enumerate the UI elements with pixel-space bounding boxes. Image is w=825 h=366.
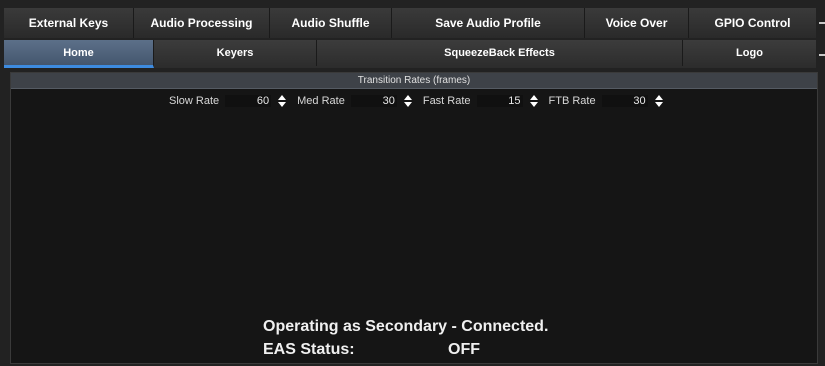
med-rate-label: Med Rate (297, 95, 345, 107)
operating-status-text: Operating as Secondary - Connected. (263, 318, 549, 335)
med-rate-spinner-icon[interactable] (401, 93, 415, 109)
tab-voice-over[interactable]: Voice Over (585, 8, 689, 38)
tab-keyers[interactable]: Keyers (154, 40, 317, 66)
transition-rates-header: Transition Rates (frames) (11, 73, 817, 89)
scroll-edge-marker (819, 54, 825, 56)
transition-rates-row: Slow Rate 60 Med Rate 30 Fast Rate 15 FT… (169, 92, 674, 110)
primary-tab-bar: External Keys Audio Processing Audio Shu… (4, 8, 816, 38)
med-rate-value[interactable]: 30 (350, 95, 397, 107)
home-content-panel: Transition Rates (frames) Slow Rate 60 M… (10, 72, 818, 364)
slow-rate-value[interactable]: 60 (225, 95, 272, 107)
tab-gpio-control[interactable]: GPIO Control (689, 8, 816, 38)
tab-audio-processing[interactable]: Audio Processing (134, 8, 270, 38)
fast-rate-value[interactable]: 15 (476, 95, 523, 107)
eas-status-label: EAS Status: (263, 341, 355, 358)
app-window: External Keys Audio Processing Audio Shu… (0, 0, 825, 366)
tab-squeezeback-effects[interactable]: SqueezeBack Effects (317, 40, 683, 66)
tab-external-keys[interactable]: External Keys (4, 8, 134, 38)
fast-rate-spinner-icon[interactable] (527, 93, 541, 109)
slow-rate-label: Slow Rate (169, 95, 220, 107)
scroll-edge-marker (819, 22, 825, 24)
fast-rate-label: Fast Rate (422, 95, 471, 107)
ftb-rate-value[interactable]: 30 (601, 95, 648, 107)
tab-save-audio-profile[interactable]: Save Audio Profile (392, 8, 585, 38)
eas-status-value: OFF (448, 341, 480, 358)
tab-audio-shuffle[interactable]: Audio Shuffle (270, 8, 392, 38)
secondary-tab-bar: Home Keyers SqueezeBack Effects Logo (4, 40, 816, 68)
ftb-rate-label: FTB Rate (548, 95, 596, 107)
tab-logo[interactable]: Logo (683, 40, 816, 66)
tab-home[interactable]: Home (4, 40, 154, 68)
slow-rate-spinner-icon[interactable] (275, 93, 289, 109)
ftb-rate-spinner-icon[interactable] (652, 93, 666, 109)
